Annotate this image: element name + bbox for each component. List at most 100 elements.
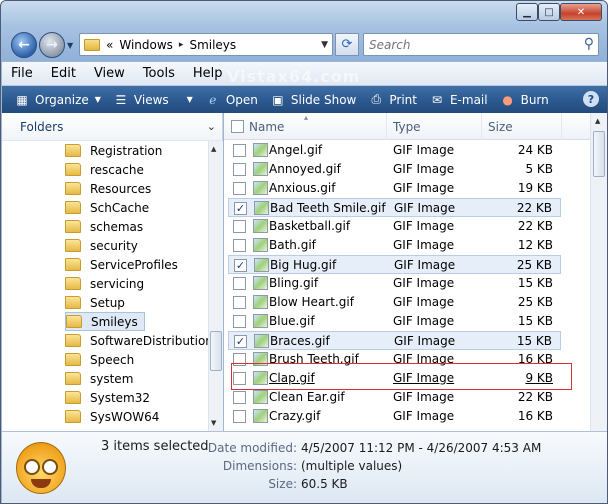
- menu-view[interactable]: View: [85, 66, 134, 81]
- file-row[interactable]: Blow Heart.gif GIF Image 25 KB: [228, 293, 561, 312]
- minimize-button[interactable]: ▁: [516, 3, 538, 21]
- file-name[interactable]: Bling.gif: [269, 276, 318, 290]
- scrollbar-thumb[interactable]: [210, 331, 222, 371]
- file-row[interactable]: Blue.gif GIF Image 15 KB: [228, 312, 561, 331]
- open-button[interactable]: ℯ Open: [199, 86, 264, 113]
- file-type: GIF Image: [393, 314, 455, 328]
- search-icon[interactable]: ⚲: [584, 36, 594, 52]
- file-name[interactable]: Blue.gif: [269, 314, 315, 328]
- row-checkbox[interactable]: [233, 182, 246, 195]
- row-checkbox[interactable]: ✓: [234, 259, 247, 272]
- menu-tools[interactable]: Tools: [134, 66, 184, 81]
- date-modified-value[interactable]: 4/5/2007 11:12 PM - 4/26/2007 4:53 AM: [301, 441, 541, 455]
- folders-header[interactable]: Folders ⌄: [2, 113, 222, 141]
- file-row[interactable]: Basketball.gif GIF Image 22 KB: [228, 217, 561, 236]
- address-bar[interactable]: « Windows ▸ Smileys ▼: [79, 33, 333, 56]
- breadcrumb-smileys[interactable]: Smileys: [189, 38, 236, 52]
- slideshow-button[interactable]: ▣ Slide Show: [264, 86, 362, 113]
- scroll-down-icon[interactable]: ▼: [211, 419, 216, 427]
- file-name[interactable]: Clean Ear.gif: [269, 390, 345, 404]
- file-row[interactable]: Angel.gif GIF Image 24 KB: [228, 141, 561, 160]
- file-row[interactable]: Bling.gif GIF Image 15 KB: [228, 274, 561, 293]
- tree-item-rescache[interactable]: rescache: [65, 160, 150, 179]
- tree-item-softwaredistribution[interactable]: SoftwareDistribution: [65, 331, 208, 350]
- tree-item-serviceprofiles[interactable]: ServiceProfiles: [65, 255, 184, 274]
- tree-item-servicing[interactable]: servicing: [65, 274, 150, 293]
- tree-item-system32[interactable]: System32: [65, 388, 156, 407]
- organize-button[interactable]: ▦ Organize ▼: [8, 86, 107, 113]
- file-name[interactable]: Basketball.gif: [269, 219, 350, 233]
- views-button[interactable]: ☰ Views ▼: [107, 86, 199, 113]
- forward-button[interactable]: →: [39, 32, 65, 58]
- row-checkbox[interactable]: [233, 315, 246, 328]
- tree-item-system[interactable]: system: [65, 369, 139, 388]
- file-name[interactable]: Big Hug.gif: [270, 258, 336, 272]
- file-name[interactable]: Blow Heart.gif: [269, 295, 354, 309]
- row-checkbox[interactable]: [233, 277, 246, 290]
- file-row[interactable]: Anxious.gif GIF Image 19 KB: [228, 179, 561, 198]
- file-list-scrollbar[interactable]: ▲: [590, 113, 607, 431]
- tree-item-smileys[interactable]: Smileys: [65, 312, 145, 331]
- back-button[interactable]: ←: [11, 32, 37, 58]
- row-checkbox[interactable]: [233, 391, 246, 404]
- column-type[interactable]: Type: [387, 113, 482, 140]
- breadcrumb-separator-icon[interactable]: ▸: [179, 40, 184, 50]
- tree-item-speech[interactable]: Speech: [65, 350, 140, 369]
- search-input[interactable]: [369, 34, 569, 55]
- dimensions-value[interactable]: (multiple values): [301, 459, 402, 473]
- burn-button[interactable]: ● Burn: [494, 86, 555, 113]
- row-checkbox[interactable]: [233, 163, 246, 176]
- row-checkbox[interactable]: [233, 296, 246, 309]
- size-value[interactable]: 60.5 KB: [301, 477, 348, 491]
- row-checkbox[interactable]: [233, 144, 246, 157]
- file-name[interactable]: Anxious.gif: [269, 181, 335, 195]
- file-row[interactable]: Annoyed.gif GIF Image 5 KB: [228, 160, 561, 179]
- folder-tree-scrollbar[interactable]: ▲ ▼: [208, 141, 223, 431]
- column-size[interactable]: Size: [482, 113, 562, 140]
- print-button[interactable]: ⎙ Print: [362, 86, 423, 113]
- breadcrumb-windows[interactable]: Windows: [119, 38, 173, 52]
- row-checkbox[interactable]: [233, 220, 246, 233]
- file-name[interactable]: Angel.gif: [269, 143, 322, 157]
- file-name[interactable]: Bad Teeth Smile.gif: [270, 201, 386, 215]
- chevron-down-icon[interactable]: ⌄: [207, 120, 216, 133]
- address-overflow[interactable]: «: [106, 38, 113, 52]
- file-row[interactable]: Bath.gif GIF Image 12 KB: [228, 236, 561, 255]
- search-box[interactable]: ⚲: [363, 33, 599, 56]
- menu-file[interactable]: File: [2, 66, 42, 81]
- email-button[interactable]: ✉ E-mail: [423, 86, 494, 113]
- file-name[interactable]: Braces.gif: [270, 334, 330, 348]
- file-row[interactable]: ✓ Big Hug.gif GIF Image 25 KB: [228, 255, 561, 274]
- scrollbar-thumb[interactable]: [593, 131, 605, 177]
- file-name[interactable]: Bath.gif: [269, 238, 316, 252]
- file-row[interactable]: Clean Ear.gif GIF Image 22 KB: [228, 388, 561, 407]
- maximize-button[interactable]: □: [538, 3, 560, 21]
- file-name[interactable]: Crazy.gif: [269, 409, 320, 423]
- folder-icon: [65, 334, 81, 347]
- tree-item-registration[interactable]: Registration: [65, 141, 168, 160]
- file-name[interactable]: Annoyed.gif: [269, 162, 341, 176]
- row-checkbox[interactable]: ✓: [234, 335, 247, 348]
- tree-item-resources[interactable]: Resources: [65, 179, 157, 198]
- menu-help[interactable]: Help: [184, 66, 232, 81]
- tree-item-syswow64[interactable]: SysWOW64: [65, 407, 165, 426]
- file-row[interactable]: Crazy.gif GIF Image 16 KB: [228, 407, 561, 426]
- tree-item-setup[interactable]: Setup: [65, 293, 131, 312]
- row-checkbox[interactable]: [233, 239, 246, 252]
- file-row[interactable]: ✓ Braces.gif GIF Image 15 KB: [228, 331, 561, 350]
- refresh-button[interactable]: ⟳: [335, 33, 359, 56]
- row-checkbox[interactable]: ✓: [234, 202, 247, 215]
- file-row[interactable]: ✓ Bad Teeth Smile.gif GIF Image 22 KB: [228, 198, 561, 217]
- row-checkbox[interactable]: [233, 410, 246, 423]
- scroll-up-icon[interactable]: ▲: [211, 145, 216, 153]
- tree-item-schemas[interactable]: schemas: [65, 217, 149, 236]
- scroll-up-icon[interactable]: ▲: [595, 117, 600, 125]
- menu-edit[interactable]: Edit: [42, 66, 85, 81]
- help-icon[interactable]: ?: [583, 91, 599, 107]
- address-dropdown-icon[interactable]: ▼: [321, 40, 328, 50]
- close-button[interactable]: ✕: [560, 3, 602, 21]
- recent-pages-chevron-down-icon[interactable]: ▼: [67, 41, 73, 50]
- tree-item-security[interactable]: security: [65, 236, 144, 255]
- tree-item-schcache[interactable]: SchCache: [65, 198, 155, 217]
- column-name[interactable]: Name: [243, 113, 387, 140]
